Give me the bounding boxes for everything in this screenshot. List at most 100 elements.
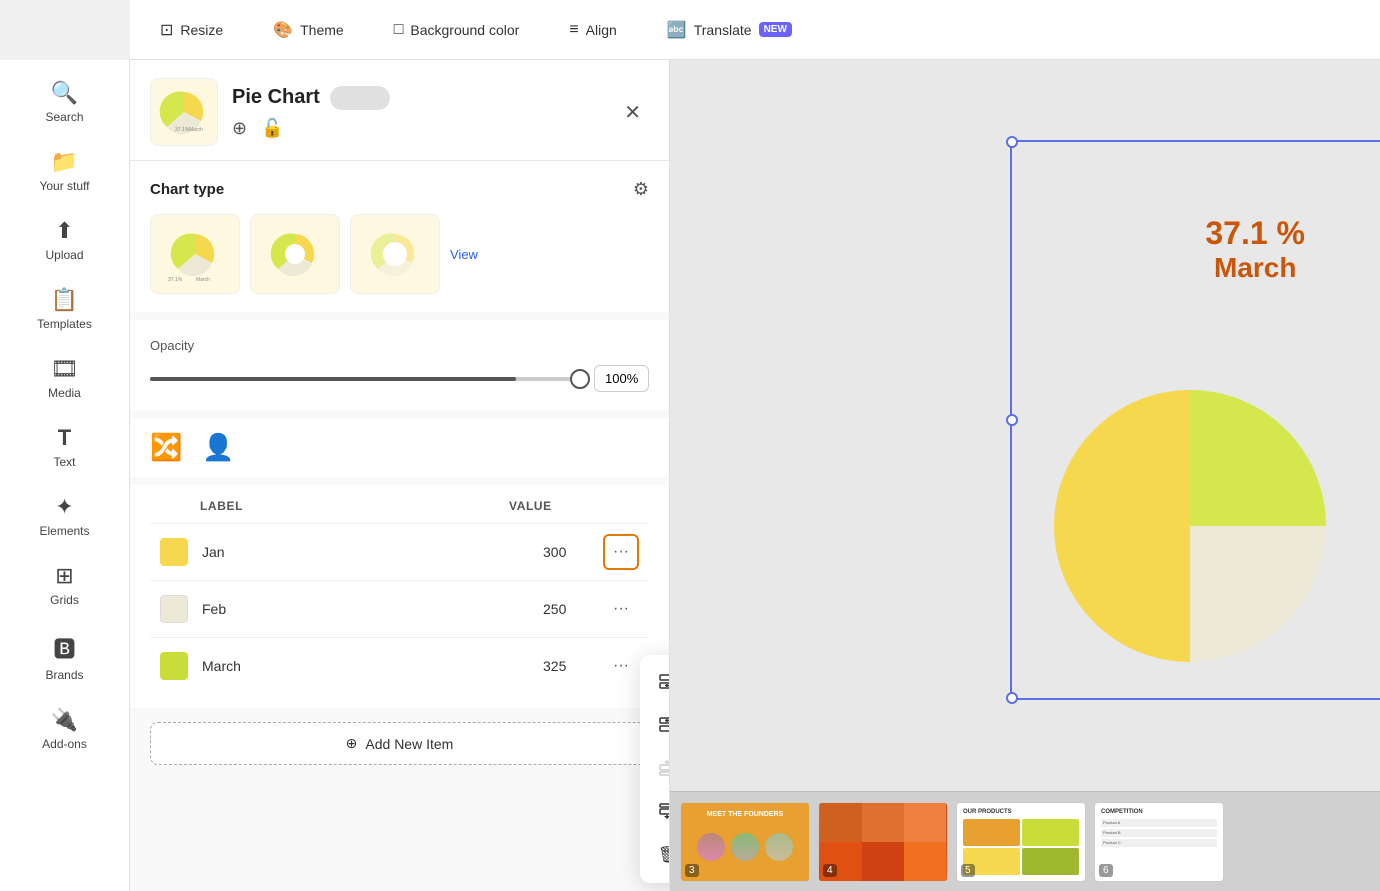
panel: 37.1% March Pie Chart ⊕ 🔓 ✕ Chart type bbox=[130, 60, 670, 891]
panel-title: Pie Chart bbox=[232, 86, 320, 109]
chart-types: 37.1% March bbox=[150, 214, 649, 294]
more-button-feb[interactable]: ··· bbox=[603, 591, 639, 627]
slider-fill bbox=[150, 377, 516, 381]
canvas-area: 37.1 % March MEET THE FOUNDERS bbox=[670, 60, 1380, 891]
theme-label: Theme bbox=[300, 22, 344, 38]
table-row: Jan 300 ··· bbox=[150, 523, 649, 580]
resize-button[interactable]: ⊡ Resize bbox=[150, 14, 233, 46]
theme-button[interactable]: 🎨 Theme bbox=[263, 14, 354, 46]
background-color-label: Background color bbox=[410, 22, 519, 38]
percentage-overlay: 37.1 % March bbox=[1205, 215, 1305, 284]
context-move-above: Move Row Above bbox=[640, 749, 670, 792]
sidebar-item-elements[interactable]: ✦ Elements bbox=[0, 484, 129, 548]
chart-thumbnail: 37.1% March bbox=[150, 78, 218, 146]
context-add-above[interactable]: Add Item Above bbox=[640, 663, 670, 706]
opacity-section: Opacity 100% bbox=[130, 320, 669, 410]
toolbar: ⊡ Resize 🎨 Theme □ Background color ≡ Al… bbox=[130, 0, 1380, 60]
color-swatch-jan[interactable] bbox=[160, 538, 188, 566]
filter-icon[interactable]: ⚙ bbox=[633, 179, 649, 200]
percentage-value: 37.1 % bbox=[1205, 215, 1305, 252]
main-layout: 🔍 Search 📁 Your stuff ⬆ Upload 📋 Templat… bbox=[0, 60, 1380, 891]
align-label: Align bbox=[586, 22, 617, 38]
header-value-col: VALUE bbox=[509, 499, 589, 513]
thumbnail-strip: MEET THE FOUNDERS 3 bbox=[670, 791, 1380, 891]
sidebar-label-grids: Grids bbox=[50, 593, 79, 607]
context-add-below[interactable]: Add Item Below bbox=[640, 706, 670, 749]
color-swatch-feb[interactable] bbox=[160, 595, 188, 623]
sidebar-item-brands[interactable]: 🅱 Brands bbox=[0, 622, 129, 692]
svg-text:37.1%: 37.1% bbox=[175, 127, 190, 133]
view-more-link[interactable]: View bbox=[450, 247, 478, 262]
sidebar-label-your-stuff: Your stuff bbox=[39, 179, 89, 193]
sidebar-item-media[interactable]: 🎞 Media bbox=[0, 346, 129, 410]
handle-bottom-left[interactable] bbox=[1006, 692, 1018, 704]
chart-type-section: Chart type ⚙ 37.1% March bbox=[130, 161, 669, 312]
sidebar-item-upload[interactable]: ⬆ Upload bbox=[0, 208, 129, 272]
context-move-below[interactable]: Move Row Below bbox=[640, 792, 670, 835]
sidebar-label-brands: Brands bbox=[45, 668, 83, 682]
sidebar-item-text[interactable]: T Text bbox=[0, 415, 129, 479]
table-header: LABEL VALUE bbox=[150, 499, 649, 523]
resize-icon: ⊡ bbox=[160, 20, 173, 40]
flip-icon[interactable]: 🔀 bbox=[150, 432, 182, 463]
thumbnail-6[interactable]: COMPETITION Product A Product B Product … bbox=[1094, 802, 1224, 882]
sidebar-label-text: Text bbox=[53, 455, 75, 469]
chart-thumb-svg: 37.1% March bbox=[157, 87, 212, 137]
background-color-button[interactable]: □ Background color bbox=[384, 15, 530, 45]
sidebar-item-search[interactable]: 🔍 Search bbox=[0, 70, 129, 134]
elements-icon: ✦ bbox=[55, 494, 73, 520]
thumbnail-3[interactable]: MEET THE FOUNDERS 3 bbox=[680, 802, 810, 882]
move-below-icon bbox=[658, 802, 670, 825]
panel-title-area: Pie Chart ⊕ 🔓 bbox=[232, 86, 602, 139]
header-label-col: LABEL bbox=[200, 499, 509, 513]
align-button[interactable]: ≡ Align bbox=[559, 15, 626, 45]
row-label-jan: Jan bbox=[202, 544, 543, 560]
panel-header: 37.1% March Pie Chart ⊕ 🔓 ✕ bbox=[130, 60, 669, 161]
row-label-march: March bbox=[202, 658, 543, 674]
add-icon: ⊕ bbox=[346, 735, 358, 752]
resize-label: Resize bbox=[180, 22, 223, 38]
lock-icon[interactable]: 🔓 bbox=[261, 118, 283, 139]
context-delete[interactable]: 🗑 Delete Row bbox=[640, 835, 670, 875]
row-value-feb: 250 bbox=[543, 601, 603, 617]
background-color-icon: □ bbox=[394, 21, 404, 39]
more-button-jan[interactable]: ··· bbox=[603, 534, 639, 570]
icons-row: 🔀 👤 bbox=[130, 418, 669, 477]
opacity-value[interactable]: 100% bbox=[594, 365, 649, 392]
handle-top-left[interactable] bbox=[1006, 136, 1018, 148]
more-button-march[interactable]: ··· bbox=[603, 648, 639, 684]
sidebar-label-upload: Upload bbox=[45, 248, 83, 262]
translate-button[interactable]: 🔤 Translate NEW bbox=[657, 14, 802, 46]
add-item-label: Add New Item bbox=[365, 736, 453, 752]
search-icon: 🔍 bbox=[51, 80, 78, 106]
opacity-slider[interactable] bbox=[150, 377, 580, 381]
row-label-feb: Feb bbox=[202, 601, 543, 617]
media-icon: 🎞 bbox=[51, 356, 79, 382]
thumbnail-5[interactable]: OUR PRODUCTS 5 bbox=[956, 802, 1086, 882]
sidebar-label-addons: Add-ons bbox=[42, 737, 87, 751]
svg-text:March: March bbox=[196, 277, 210, 283]
chart-type-2[interactable] bbox=[250, 214, 340, 294]
svg-text:March: March bbox=[189, 127, 203, 133]
sidebar-label-media: Media bbox=[48, 386, 81, 400]
close-button[interactable]: ✕ bbox=[616, 96, 649, 129]
sidebar-item-grids[interactable]: ⊞ Grids bbox=[0, 553, 129, 617]
handle-mid-left[interactable] bbox=[1006, 414, 1018, 426]
chart-type-1[interactable]: 37.1% March bbox=[150, 214, 240, 294]
duplicate-icon[interactable]: ⊕ bbox=[232, 118, 247, 139]
thumbnail-4[interactable]: 4 bbox=[818, 802, 948, 882]
templates-icon: 📋 bbox=[51, 287, 78, 313]
position-icon[interactable]: 👤 bbox=[202, 432, 234, 463]
sidebar-item-addons[interactable]: 🔌 Add-ons bbox=[0, 697, 129, 761]
add-above-icon bbox=[658, 673, 670, 696]
sidebar-item-your-stuff[interactable]: 📁 Your stuff bbox=[0, 139, 129, 203]
sidebar-item-templates[interactable]: 📋 Templates bbox=[0, 277, 129, 341]
sidebar-label-templates: Templates bbox=[37, 317, 92, 331]
chart-type-3[interactable] bbox=[350, 214, 440, 294]
svg-text:37.1%: 37.1% bbox=[168, 277, 183, 283]
align-icon: ≡ bbox=[569, 21, 578, 39]
color-swatch-march[interactable] bbox=[160, 652, 188, 680]
slider-thumb[interactable] bbox=[570, 369, 590, 389]
panel-title-pill bbox=[330, 86, 390, 110]
add-new-item-button[interactable]: ⊕ Add New Item bbox=[150, 722, 649, 765]
